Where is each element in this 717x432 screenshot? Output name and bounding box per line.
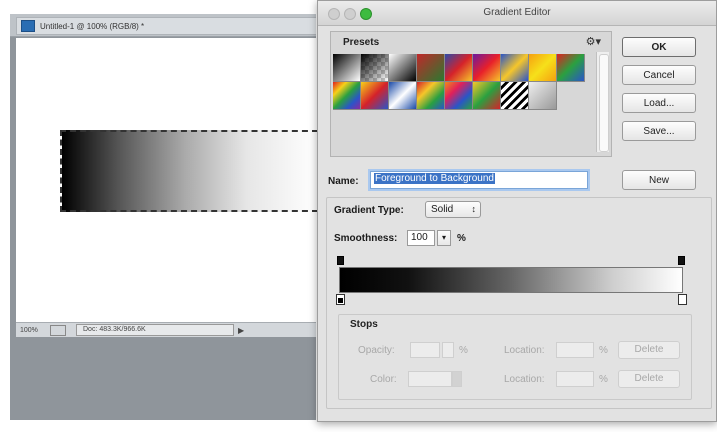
preset-swatch[interactable] — [389, 54, 417, 82]
preset-swatch[interactable] — [389, 82, 417, 110]
opacity-label: Opacity: — [358, 345, 395, 356]
preset-swatch[interactable] — [529, 82, 557, 110]
dialog-title: Gradient Editor — [483, 7, 551, 18]
opacity-stop-right[interactable] — [678, 256, 685, 265]
preset-swatch[interactable] — [445, 82, 473, 110]
preset-swatch[interactable] — [333, 54, 361, 82]
photoshop-document-icon — [21, 20, 35, 32]
select-arrows-icon: ↕ — [471, 204, 477, 214]
document-tab[interactable]: Untitled-1 @ 100% (RGB/8) * — [16, 17, 316, 35]
stops-label: Stops — [350, 319, 378, 330]
cancel-button[interactable]: Cancel — [622, 65, 696, 85]
smoothness-dropdown-icon[interactable]: ▾ — [437, 230, 451, 246]
workspace-background — [10, 337, 316, 420]
presets-panel: Presets ⚙▾ — [330, 31, 612, 157]
gradient-type-value: Solid — [431, 204, 454, 215]
scrollbar-thumb[interactable] — [599, 54, 609, 152]
ok-button[interactable]: OK — [622, 37, 696, 57]
status-bar: 100% Doc: 483.3K/966.6K ▶ — [16, 322, 316, 337]
document-title: Untitled-1 @ 100% (RGB/8) * — [40, 21, 145, 31]
opacity-stop-left[interactable] — [337, 256, 344, 265]
preset-swatch[interactable] — [529, 54, 557, 82]
smoothness-percent: % — [457, 233, 466, 244]
smoothness-label: Smoothness: — [334, 233, 398, 244]
preset-swatch[interactable] — [473, 82, 501, 110]
color-location-label: Location: — [504, 374, 545, 385]
presets-label: Presets — [343, 37, 380, 48]
opacity-location-input[interactable] — [556, 342, 594, 358]
save-button[interactable]: Save... — [622, 121, 696, 141]
presets-gear-icon[interactable]: ⚙▾ — [586, 35, 601, 48]
new-button[interactable]: New — [622, 170, 696, 190]
document-window: Untitled-1 @ 100% (RGB/8) * 100% Doc: 48… — [10, 14, 318, 420]
preset-swatch[interactable] — [501, 54, 529, 82]
preset-swatch[interactable] — [501, 82, 529, 110]
color-location-percent: % — [599, 374, 608, 385]
delete-color-stop-button[interactable]: Delete — [618, 370, 680, 388]
zoom-level[interactable]: 100% — [16, 327, 50, 334]
load-button[interactable]: Load... — [622, 93, 696, 113]
opacity-location-label: Location: — [504, 345, 545, 356]
gradient-type-label: Gradient Type: — [334, 205, 404, 216]
document-info: Doc: 483.3K/966.6K — [76, 324, 234, 336]
presets-scrollbar[interactable] — [596, 52, 609, 152]
gradient-preview-bar[interactable] — [339, 267, 683, 293]
document-canvas[interactable] — [16, 38, 318, 328]
opacity-percent: % — [459, 345, 468, 356]
status-menu-arrow-icon[interactable]: ▶ — [238, 326, 244, 335]
gradient-name-input[interactable]: Foreground to Background — [370, 171, 588, 189]
name-label: Name: — [328, 176, 359, 187]
delete-opacity-stop-button[interactable]: Delete — [618, 341, 680, 359]
preset-swatches — [333, 54, 587, 112]
gradient-name-value: Foreground to Background — [374, 173, 495, 184]
smoothness-input[interactable]: 100 — [407, 230, 435, 246]
zoom-button[interactable] — [50, 324, 66, 336]
color-stop-left[interactable] — [336, 294, 345, 305]
color-swatch-arrow-icon[interactable] — [452, 371, 462, 387]
preset-swatch[interactable] — [417, 54, 445, 82]
color-swatch[interactable] — [408, 371, 452, 387]
preset-swatch[interactable] — [361, 82, 389, 110]
color-stop-right[interactable] — [678, 294, 687, 305]
opacity-location-percent: % — [599, 345, 608, 356]
gradient-editor-dialog: Gradient Editor Presets ⚙▾ OK Cancel Loa… — [317, 0, 717, 422]
color-label: Color: — [370, 374, 397, 385]
gradient-selection — [60, 130, 318, 212]
preset-swatch[interactable] — [417, 82, 445, 110]
preset-swatch[interactable] — [445, 54, 473, 82]
dialog-titlebar: Gradient Editor — [318, 1, 716, 26]
preset-swatch[interactable] — [361, 54, 389, 82]
preset-swatch[interactable] — [473, 54, 501, 82]
document-tab-bar: Untitled-1 @ 100% (RGB/8) * — [10, 14, 316, 37]
gradient-type-select[interactable]: Solid ↕ — [425, 201, 481, 218]
color-location-input[interactable] — [556, 371, 594, 387]
preset-swatch[interactable] — [557, 54, 585, 82]
opacity-input[interactable] — [410, 342, 440, 358]
preset-swatch[interactable] — [333, 82, 361, 110]
opacity-dropdown-icon[interactable] — [442, 342, 454, 358]
